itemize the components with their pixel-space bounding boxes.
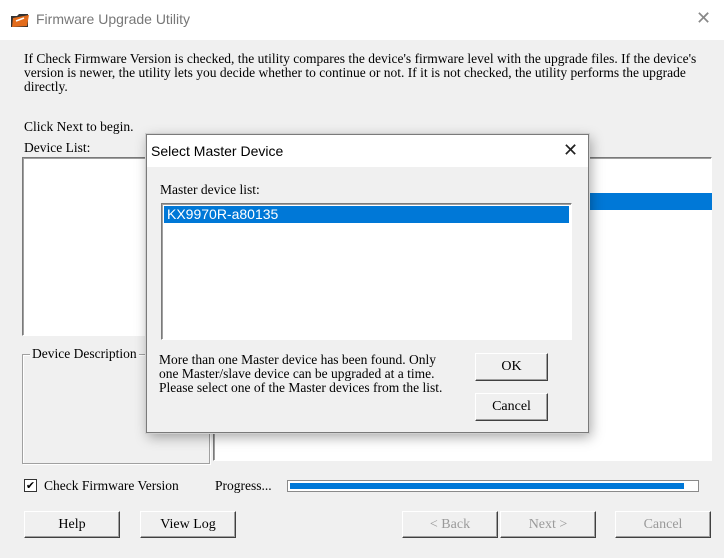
window-title: Firmware Upgrade Utility <box>36 11 191 27</box>
dialog-title: Select Master Device <box>151 143 284 159</box>
dialog-cancel-button[interactable]: Cancel <box>475 393 548 421</box>
dialog-close-icon[interactable]: ✕ <box>563 140 578 161</box>
device-list-label: Device List: <box>24 140 91 155</box>
view-log-button[interactable]: View Log <box>140 511 236 538</box>
firmware-folder-icon <box>11 14 29 27</box>
ok-button[interactable]: OK <box>475 353 548 381</box>
check-firmware-label: Check Firmware Version <box>44 478 179 493</box>
check-firmware-checkbox[interactable]: ✔ <box>24 479 37 492</box>
progress-label: Progress... <box>215 478 272 493</box>
progress-bar <box>287 480 699 492</box>
master-device-item[interactable]: KX9970R-a80135 <box>164 206 569 223</box>
master-device-list[interactable]: KX9970R-a80135 <box>161 203 572 340</box>
next-button[interactable]: Next > <box>500 511 596 538</box>
select-master-device-dialog: Select Master Device ✕ Master device lis… <box>146 134 589 433</box>
begin-text: Click Next to begin. <box>24 119 134 134</box>
progress-bar-fill <box>290 483 684 489</box>
info-text: If Check Firmware Version is checked, th… <box>24 51 697 94</box>
upgrade-file-list-selected-row[interactable] <box>588 193 712 210</box>
window-close-icon[interactable]: ✕ <box>696 9 711 29</box>
checkmark-icon: ✔ <box>25 479 36 492</box>
dialog-message: More than one Master device has been fou… <box>159 352 443 395</box>
master-list-label: Master device list: <box>160 182 260 197</box>
device-description-label: Device Description <box>30 346 139 362</box>
cancel-button[interactable]: Cancel <box>615 511 711 538</box>
help-button[interactable]: Help <box>24 511 120 538</box>
back-button[interactable]: < Back <box>402 511 498 538</box>
